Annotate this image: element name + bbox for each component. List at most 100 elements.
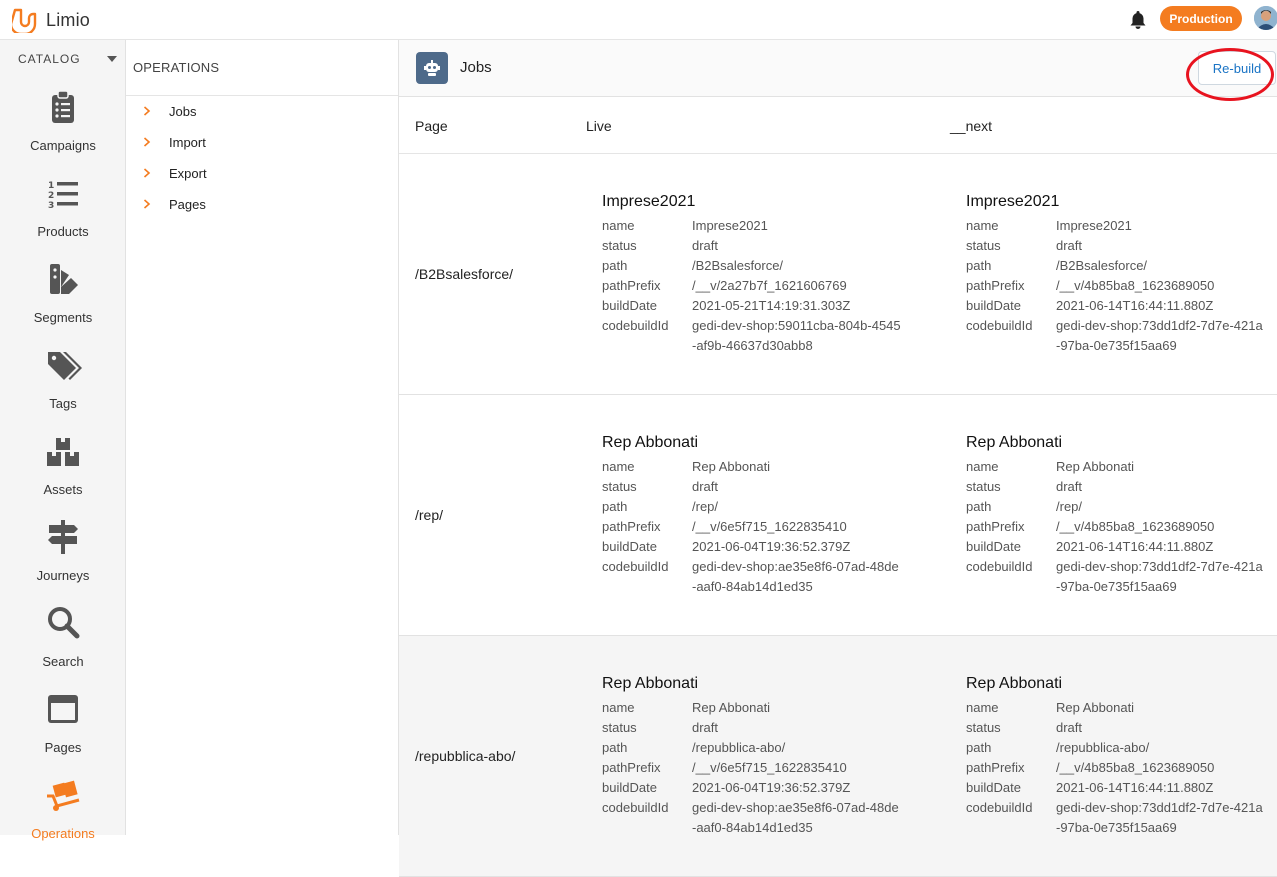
chevron-right-icon — [143, 106, 151, 116]
field-path: path/B2Bsalesforce/ — [602, 256, 922, 276]
field-value: gedi-dev-shop:73dd1df2-7d7e-421a-97ba-0e… — [1056, 318, 1263, 353]
field-label: path — [966, 740, 992, 755]
rail-item-operations[interactable]: Operations — [0, 768, 126, 854]
field-pathprefix: pathPrefix /__v/4b85ba8_1623689050 — [966, 758, 1277, 778]
field-label: path — [966, 258, 992, 273]
submenu-item-jobs[interactable]: Jobs — [126, 100, 399, 122]
avatar[interactable] — [1254, 6, 1277, 30]
rail-heading-label: CATALOG — [18, 52, 81, 66]
chevron-right-icon — [143, 199, 151, 209]
field-pathprefix: pathPrefix /__v/4b85ba8_1623689050 — [966, 276, 1277, 296]
field-value: 2021-05-21T14:19:31.303Z — [692, 298, 851, 313]
field-label: buildDate — [602, 780, 657, 795]
field-name: name Rep Abbonati — [602, 698, 922, 718]
column-header-live: Live — [586, 117, 612, 134]
field-label: status — [602, 479, 637, 494]
field-pathprefix: pathPrefix /__v/2a27b7f_1621606769 — [602, 276, 922, 296]
field-value: /repubblica-abo/ — [1056, 740, 1150, 755]
field-name: name Rep Abbonati — [966, 698, 1277, 718]
svg-text:3: 3 — [48, 201, 54, 211]
field-path: path/repubblica-abo/ — [966, 738, 1277, 758]
field-builddate: buildDate 2021-06-14T16:44:11.880Z — [966, 778, 1277, 798]
field-builddate: buildDate 2021-06-04T19:36:52.379Z — [602, 537, 922, 557]
bell-icon[interactable] — [1129, 10, 1147, 30]
field-value: draft — [1056, 238, 1083, 253]
field-value: gedi-dev-shop:ae35e8f6-07ad-48de-aaf0-84… — [692, 559, 899, 594]
field-value: gedi-dev-shop:73dd1df2-7d7e-421a-97ba-0e… — [1056, 800, 1263, 835]
submenu-heading: OPERATIONS — [126, 40, 398, 96]
rail-item-journeys[interactable]: Journeys — [0, 510, 126, 596]
field-path: path/rep/ — [966, 497, 1277, 517]
field-label: pathPrefix — [966, 278, 1025, 293]
field-label: codebuildId — [966, 318, 1033, 333]
field-name: name Imprese2021 — [602, 216, 922, 236]
field-codebuildid: codebuildId gedi-dev-shop:ae35e8f6-07ad-4… — [602, 798, 922, 838]
field-label: buildDate — [602, 539, 657, 554]
chevron-right-icon — [143, 168, 151, 178]
field-label: pathPrefix — [602, 519, 661, 534]
rebuild-button[interactable]: Re-build — [1198, 51, 1276, 85]
field-label: buildDate — [602, 298, 657, 313]
robot-icon — [416, 52, 448, 84]
submenu-item-import[interactable]: Import — [126, 131, 399, 153]
field-value: gedi-dev-shop:59011cba-804b-4545-af9b-46… — [692, 318, 901, 353]
rail-item-label: Journeys — [36, 568, 90, 583]
build-title: Rep Abbonati — [966, 675, 1063, 692]
field-value: /rep/ — [1056, 499, 1083, 514]
field-label: status — [966, 479, 1001, 494]
segments-icon — [50, 264, 78, 294]
field-path: path/repubblica-abo/ — [602, 738, 922, 758]
field-codebuildid: codebuildId gedi-dev-shop:73dd1df2-7d7e-4… — [966, 798, 1277, 838]
field-status: status draft — [966, 477, 1277, 497]
submenu-item-export[interactable]: Export — [126, 162, 399, 184]
hand-truck-icon — [47, 780, 80, 811]
table-row[interactable]: /B2Bsalesforce/Imprese2021 name Imprese202… — [399, 154, 1277, 395]
field-value: 2021-06-14T16:44:11.880Z — [1056, 539, 1214, 554]
table-row[interactable]: /repubblica-abo/Rep Abbonati name Rep Abbo… — [399, 636, 1277, 877]
field-label: buildDate — [966, 298, 1021, 313]
field-builddate: buildDate 2021-05-21T14:19:31.303Z — [602, 296, 922, 316]
column-header-page: Page — [415, 117, 448, 134]
field-label: codebuildId — [966, 559, 1033, 574]
field-pathprefix: pathPrefix /__v/4b85ba8_1623689050 — [966, 517, 1277, 537]
submenu-item-pages[interactable]: Pages — [126, 193, 399, 215]
field-label: status — [602, 720, 637, 735]
field-value: 2021-06-14T16:44:11.880Z — [1056, 298, 1214, 313]
field-label: name — [602, 218, 635, 233]
rail-item-search[interactable]: Search — [0, 596, 126, 682]
rail-item-tags[interactable]: Tags — [0, 338, 126, 424]
rail-item-pages[interactable]: Pages — [0, 682, 126, 768]
table-row[interactable]: /rep/Rep Abbonati name Rep Abbonati status d… — [399, 395, 1277, 636]
field-value: /__v/4b85ba8_1623689050 — [1056, 519, 1215, 534]
field-value: draft — [692, 238, 719, 253]
field-value: 2021-06-14T16:44:11.880Z — [1056, 780, 1214, 795]
field-value: /rep/ — [692, 499, 719, 514]
submenu-item-label: Pages — [169, 196, 206, 212]
field-path: path/rep/ — [602, 497, 922, 517]
rail-item-campaigns[interactable]: Campaigns — [0, 80, 126, 166]
user-avatar-icon — [1254, 6, 1277, 30]
build-title: Imprese2021 — [966, 193, 1060, 210]
field-label: path — [602, 740, 628, 755]
jobs-panel: Jobs Re-build Page Live __next /B2Bsales… — [399, 40, 1277, 877]
field-value: Rep Abbonati — [1056, 700, 1135, 715]
rail-item-segments[interactable]: Segments — [0, 252, 126, 338]
live-build-card: Rep Abbonati name Rep Abbonati status draft p… — [602, 675, 922, 838]
field-value: draft — [1056, 720, 1083, 735]
field-label: codebuildId — [966, 800, 1033, 815]
field-label: name — [966, 459, 999, 474]
field-value: 2021-06-04T19:36:52.379Z — [692, 539, 851, 554]
field-label: status — [966, 238, 1001, 253]
caret-down-icon[interactable] — [107, 56, 117, 62]
logo[interactable]: Limio — [12, 7, 90, 33]
rail-item-products[interactable]: 1 2 3 Products — [0, 166, 126, 252]
rail-item-assets[interactable]: Assets — [0, 424, 126, 510]
build-title: Rep Abbonati — [602, 675, 699, 692]
rail-item-label: Segments — [33, 310, 93, 325]
field-status: status draft — [602, 477, 922, 497]
numbered-list-icon: 1 2 3 — [48, 181, 78, 211]
field-label: codebuildId — [602, 800, 669, 815]
field-value: Rep Abbonati — [1056, 459, 1135, 474]
build-title: Rep Abbonati — [966, 434, 1063, 451]
environment-badge[interactable]: Production — [1160, 6, 1242, 31]
